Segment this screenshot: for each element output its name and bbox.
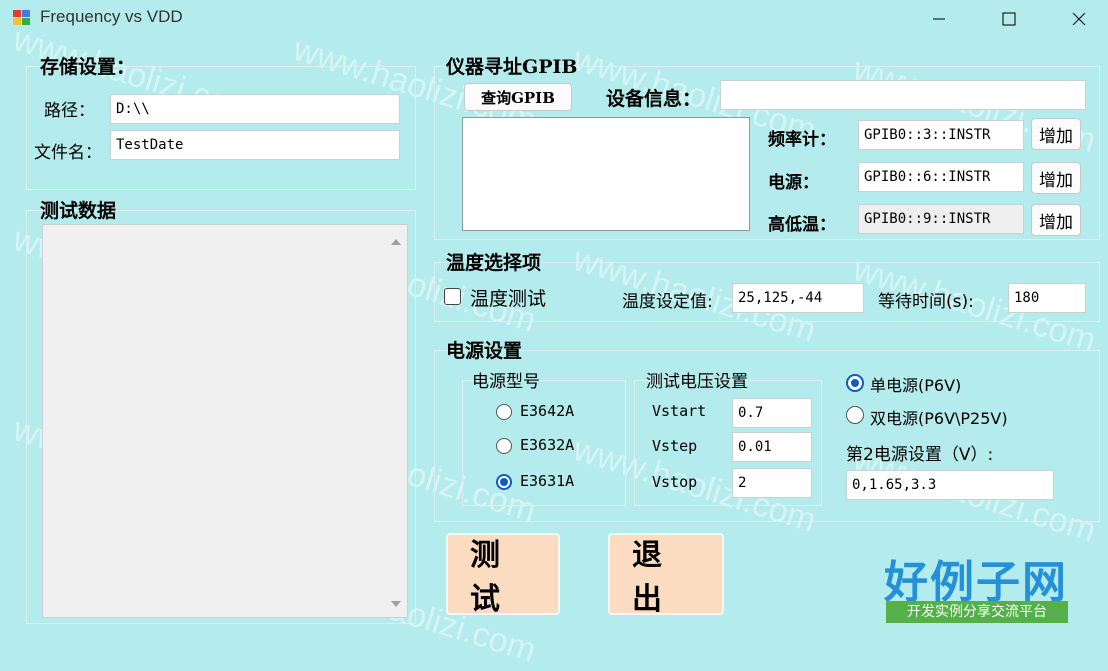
test-data-heading: 测试数据 (40, 200, 117, 222)
scroll-up-icon[interactable] (386, 232, 406, 252)
maximize-button[interactable] (986, 0, 1032, 38)
minimize-button[interactable] (916, 0, 962, 38)
window-title: Frequency vs VDD (40, 7, 183, 26)
add-frequency-counter-button[interactable]: 增加 (1031, 118, 1081, 150)
query-gpib-button[interactable]: 查询GPIB (464, 83, 572, 111)
close-button[interactable] (1056, 0, 1102, 38)
add-chamber-button[interactable]: 增加 (1031, 204, 1081, 236)
model-e3632a-label[interactable]: E3632A (520, 436, 574, 454)
second-supply-label: 第2电源设置（V）: (846, 445, 994, 465)
storage-group (26, 66, 416, 190)
model-e3631a-label[interactable]: E3631A (520, 472, 574, 490)
filename-label: 文件名： (34, 143, 102, 163)
path-label: 路径： (44, 101, 95, 121)
storage-heading: 存储设置： (40, 56, 136, 78)
gpib-heading: 仪器寻址GPIB (446, 56, 578, 78)
vstart-input[interactable]: 0.7 (732, 398, 812, 428)
test-data-scrollbar[interactable] (386, 226, 406, 616)
dual-supply-label[interactable]: 双电源(P6V\P25V) (870, 405, 1008, 429)
filename-input[interactable]: TestDate (110, 130, 400, 160)
path-input[interactable]: D:\\ (110, 94, 400, 124)
chamber-label: 高低温： (768, 215, 836, 235)
temperature-setpoint-input[interactable]: 25,125,-44 (732, 283, 864, 313)
add-power-supply-button[interactable]: 增加 (1031, 162, 1081, 194)
temperature-test-label[interactable]: 温度测试 (470, 284, 546, 311)
maximize-icon (1002, 12, 1016, 26)
app-icon (12, 8, 32, 28)
power-supply-label: 电源： (768, 173, 819, 193)
vstop-label: Vstop (652, 473, 698, 491)
second-supply-input[interactable]: 0,1.65,3.3 (846, 470, 1054, 500)
device-info-input[interactable] (720, 80, 1086, 110)
model-e3642a-label[interactable]: E3642A (520, 402, 574, 420)
dual-supply-radio[interactable] (846, 406, 864, 424)
power-supply-address-input[interactable]: GPIB0::6::INSTR (858, 162, 1024, 192)
wait-time-input[interactable]: 180 (1008, 283, 1086, 313)
temperature-heading: 温度选择项 (446, 252, 542, 274)
device-info-label: 设备信息： (606, 88, 702, 110)
temperature-test-checkbox[interactable] (444, 288, 461, 305)
temperature-setpoint-label: 温度设定值: (622, 292, 713, 312)
model-e3631a-radio[interactable] (496, 474, 512, 490)
model-e3642a-radio[interactable] (496, 404, 512, 420)
vstep-input[interactable]: 0.01 (732, 432, 812, 462)
power-heading: 电源设置 (446, 340, 523, 362)
gpib-device-list[interactable] (462, 117, 750, 231)
vstart-label: Vstart (652, 402, 707, 420)
wait-time-label: 等待时间(s): (878, 292, 974, 312)
exit-button[interactable]: 退出 (608, 533, 724, 617)
scroll-down-icon[interactable] (386, 594, 406, 614)
voltage-settings-heading: 测试电压设置 (646, 372, 748, 392)
test-button[interactable]: 测试 (446, 533, 560, 617)
frequency-counter-address-input[interactable]: GPIB0::3::INSTR (858, 120, 1024, 150)
chamber-address-input[interactable]: GPIB0::9::INSTR (858, 204, 1024, 234)
vstep-label: Vstep (652, 437, 698, 455)
test-data-textarea[interactable] (42, 224, 408, 618)
close-icon (1072, 12, 1086, 26)
single-supply-label[interactable]: 单电源(P6V) (870, 372, 961, 396)
frequency-counter-label: 频率计： (768, 130, 836, 150)
model-e3632a-radio[interactable] (496, 438, 512, 454)
vstop-input[interactable]: 2 (732, 468, 812, 498)
single-supply-radio[interactable] (846, 374, 864, 392)
power-model-heading: 电源型号 (472, 372, 540, 392)
minimize-icon (933, 18, 945, 20)
logo-subtitle: 开发实例分享交流平台 (886, 601, 1068, 623)
